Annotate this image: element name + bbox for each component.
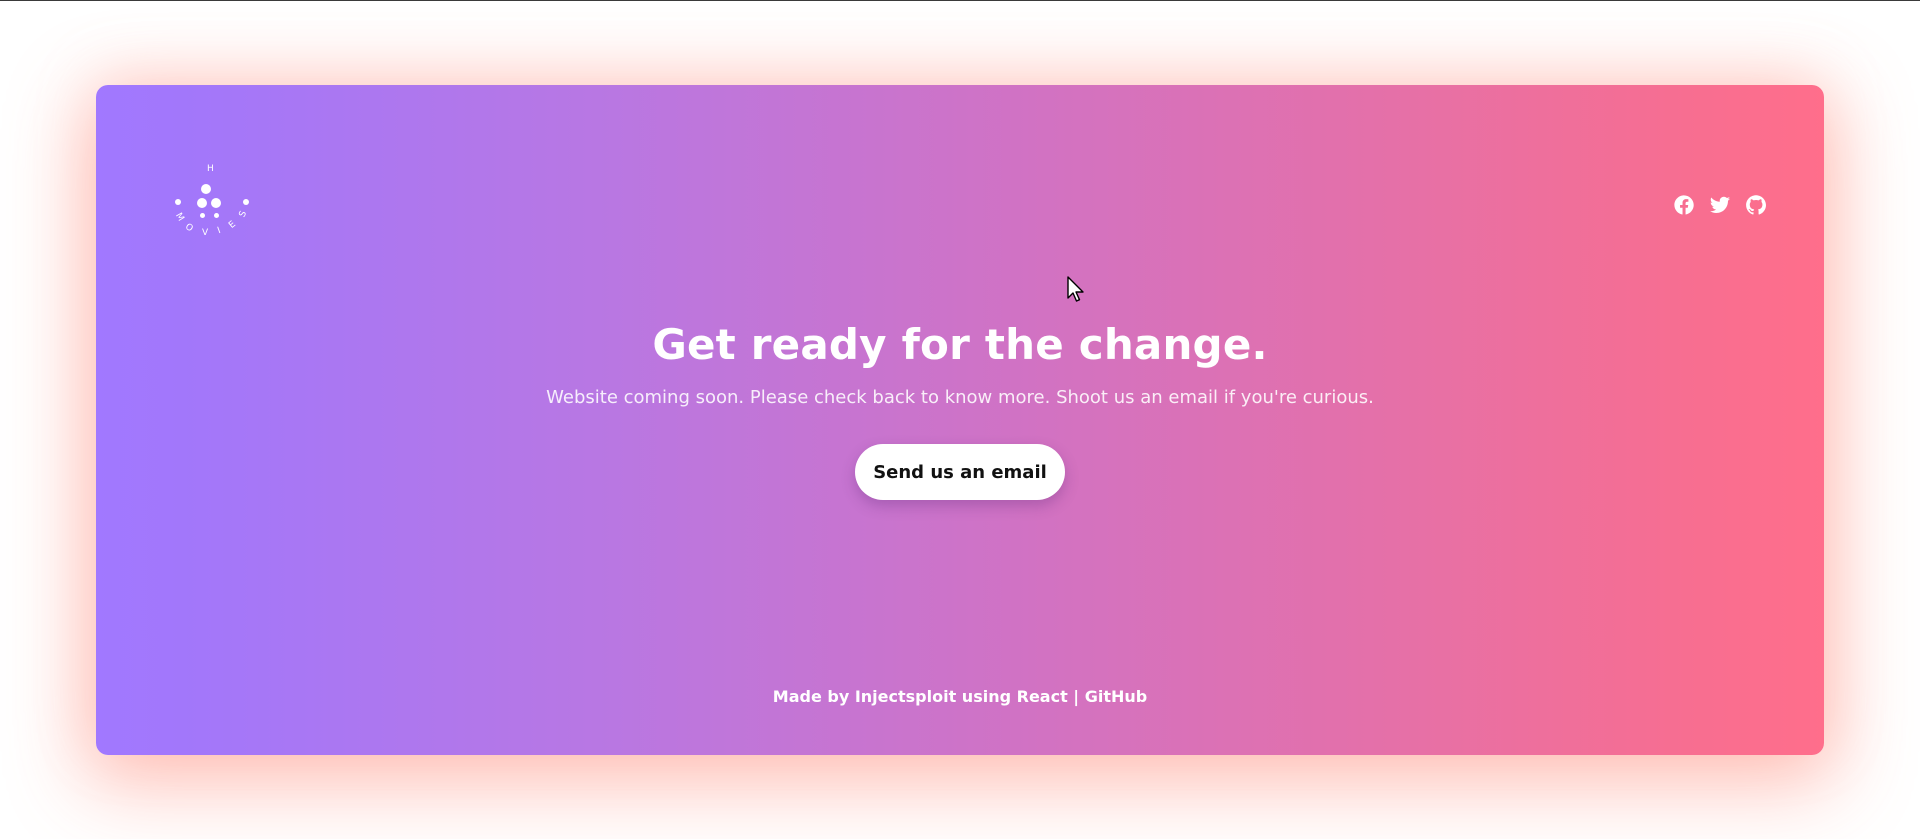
logo-letter-v: V (202, 228, 209, 238)
logo-letter-e: E (227, 219, 238, 231)
send-email-button[interactable]: Send us an email (855, 444, 1065, 500)
footer-using: using (956, 687, 1017, 706)
logo-dot (201, 184, 211, 194)
logo-letter-i: I (216, 225, 223, 237)
mouse-pointer-icon (1067, 276, 1084, 302)
twitter-icon[interactable] (1708, 193, 1732, 217)
footer-made-by: Made by (772, 687, 855, 706)
logo-dot (214, 213, 219, 218)
logo-dot (211, 198, 221, 208)
logo-dot (243, 199, 249, 205)
social-links (1672, 193, 1768, 217)
page-subtitle: Website coming soon. Please check back t… (546, 387, 1374, 408)
hero-card: H M O V I E S Get ready for the change. … (96, 85, 1824, 755)
logo-dot (175, 199, 181, 205)
page-title: Get ready for the change. (652, 320, 1268, 369)
logo-letter-s: S (237, 209, 250, 219)
logo-letter-h: H (207, 164, 214, 174)
hmovies-logo[interactable]: H M O V I E S (170, 159, 256, 249)
react-link[interactable]: React (1017, 687, 1068, 706)
logo-dot (197, 198, 207, 208)
top-border (0, 0, 1920, 1)
logo-dot (200, 213, 205, 218)
github-icon[interactable] (1744, 193, 1768, 217)
footer-credit: Made by Injectsploit using React | GitHu… (96, 687, 1824, 706)
facebook-icon[interactable] (1672, 193, 1696, 217)
github-link[interactable]: GitHub (1085, 687, 1148, 706)
footer-separator: | (1067, 687, 1085, 706)
author-link[interactable]: Injectsploit (855, 687, 956, 706)
logo-letter-o: O (183, 221, 195, 235)
logo-letter-m: M (173, 211, 186, 224)
